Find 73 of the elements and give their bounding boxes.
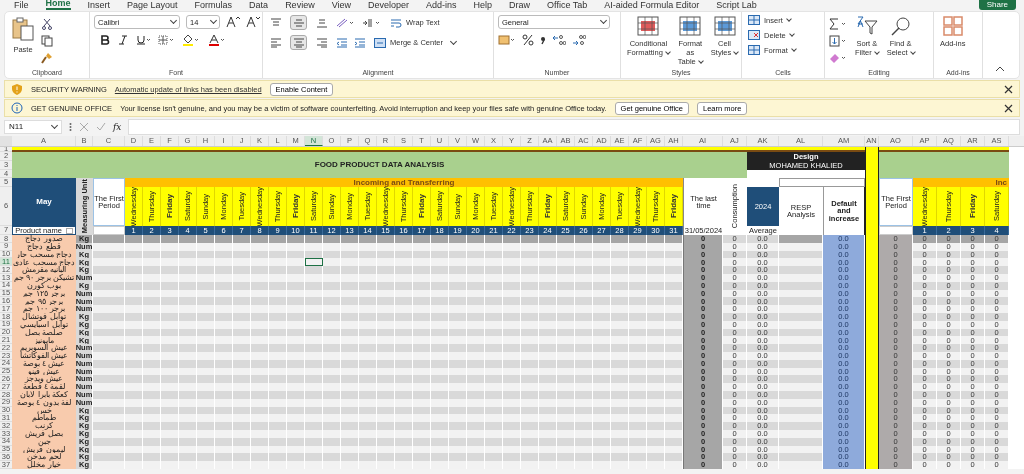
copy-icon[interactable] [41,35,53,47]
grid-icon [941,16,964,36]
search-icon [889,16,912,36]
align-lines-icon [315,37,328,48]
ribbon-tab[interactable]: Review [285,1,315,10]
align-lines-icon [292,17,305,28]
borders-icon[interactable] [158,35,174,45]
font-shrink-icon[interactable] [246,16,260,28]
insert-function-button[interactable]: fx [113,121,122,132]
table-icon [713,16,736,36]
increase-indent-icon[interactable] [354,37,366,48]
incoming-header: Inc [913,178,1009,187]
cells-icon [748,45,760,55]
fill-color-icon[interactable] [182,34,200,46]
scissors-icon[interactable] [41,18,53,30]
clipboard-icon [11,16,35,42]
ribbon-tab[interactable]: AI-aided Formula Editor [604,1,700,10]
comma-icon[interactable] [540,34,546,46]
font-grow-icon[interactable] [226,16,240,28]
day-name: Friday [161,187,179,226]
close-icon[interactable] [1004,103,1013,113]
increase-decimal-icon[interactable] [552,34,566,46]
underline-icon[interactable] [136,35,150,45]
merge-cells-icon [374,37,386,48]
more-icon [69,121,72,132]
day-name: Friday [961,187,985,226]
italic-icon[interactable] [118,35,128,45]
close-icon[interactable] [1004,84,1013,94]
check-icon[interactable] [96,121,106,132]
ribbon-tab[interactable]: Data [249,1,269,10]
month-cell: May [12,178,76,226]
font-color-icon[interactable] [208,34,226,46]
ribbon-tab[interactable]: Insert [87,1,111,10]
collapse-ribbon-icon[interactable] [995,66,1005,72]
ribbon-tab[interactable]: Draw [509,1,531,10]
ribbon-tab[interactable]: Page Layout [127,1,178,10]
ribbon-tab[interactable]: Script Lab [716,1,757,10]
cells-icon [748,15,760,25]
align-lines-icon [315,17,328,28]
incoming-header: Incoming and Transferring [125,178,683,187]
decrease-indent-icon[interactable] [336,37,348,48]
table-icon [679,16,702,36]
percent-icon[interactable] [522,34,534,46]
wrap-text-icon [390,17,402,28]
table-icon [637,16,660,36]
info-icon [11,102,23,114]
align-lines-icon [269,17,282,28]
cells-icon [748,30,760,40]
align-lines-icon [292,37,305,48]
ribbon-tab[interactable]: Office Tab [547,1,588,10]
day-name: Friday [665,187,683,226]
sort-filter-icon [855,16,878,36]
ribbon-tab[interactable]: View [331,1,351,10]
day-name: Friday [413,187,431,226]
brush-icon[interactable] [41,52,53,64]
orientation-icon[interactable] [336,17,356,28]
day-name: Friday [539,187,557,226]
sheet-title: FOOD PRODUCT DATA ANALYSIS [314,161,445,169]
decrease-decimal-icon[interactable] [572,34,586,46]
ribbon-tab[interactable]: Help [473,1,493,10]
ribbon-tab[interactable]: File [14,1,29,10]
share-button[interactable]: Share [978,0,1016,10]
formula-input[interactable] [128,118,1020,135]
ribbon-tab[interactable]: Formulas [194,1,233,10]
ribbon-tab[interactable]: Developer [368,1,410,10]
currency-icon[interactable] [498,34,516,46]
ribbon-tab[interactable]: Add-ins [426,1,457,10]
name-box[interactable]: N11 [4,119,62,134]
text-direction-icon[interactable] [362,17,382,28]
align-lines-icon [269,37,282,48]
day-name: Friday [287,187,305,226]
shield-icon [11,83,23,95]
bold-icon[interactable] [100,35,110,45]
